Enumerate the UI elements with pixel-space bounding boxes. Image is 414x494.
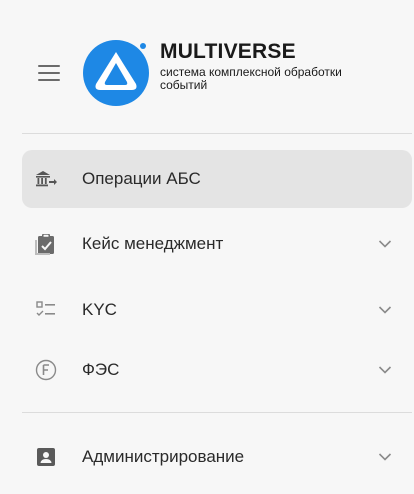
chevron-down-icon[interactable] bbox=[378, 239, 392, 249]
clipboard-check-icon bbox=[35, 234, 54, 255]
multiverse-logo-icon bbox=[83, 40, 149, 106]
nav-item-label: KYC bbox=[82, 300, 117, 319]
nav-item-operations-abs[interactable]: Операции АБС bbox=[22, 150, 412, 208]
brand-name: MULTIVERSE bbox=[160, 40, 296, 63]
nav-item-label: Операции АБС bbox=[82, 169, 201, 188]
checklist-icon bbox=[36, 301, 55, 316]
circle-f-icon bbox=[35, 359, 57, 381]
header-divider bbox=[22, 133, 412, 134]
nav-item-label: Кейс менеджмент bbox=[82, 234, 224, 253]
nav-item-label: ФЭС bbox=[82, 360, 120, 379]
chevron-down-icon[interactable] bbox=[378, 452, 392, 462]
drawer-header: MULTIVERSE система комплексной обработки… bbox=[0, 0, 414, 134]
nav-item-kyc[interactable]: KYC bbox=[22, 281, 412, 339]
chevron-down-icon[interactable] bbox=[378, 365, 392, 375]
chevron-down-icon[interactable] bbox=[378, 305, 392, 315]
bank-transfer-icon bbox=[36, 171, 57, 187]
navigation-drawer: MULTIVERSE система комплексной обработки… bbox=[0, 0, 414, 494]
menu-icon[interactable] bbox=[38, 65, 60, 81]
nav-item-fes[interactable]: ФЭС bbox=[22, 341, 412, 399]
nav-item-administration[interactable]: Администрирование bbox=[22, 428, 412, 486]
section-divider bbox=[22, 412, 412, 413]
nav-item-label: Администрирование bbox=[82, 447, 245, 466]
nav-item-case-management[interactable]: Кейс менеджмент bbox=[22, 215, 412, 273]
brand-tagline: система комплексной обработки событий bbox=[160, 65, 342, 92]
account-box-icon bbox=[37, 448, 55, 466]
